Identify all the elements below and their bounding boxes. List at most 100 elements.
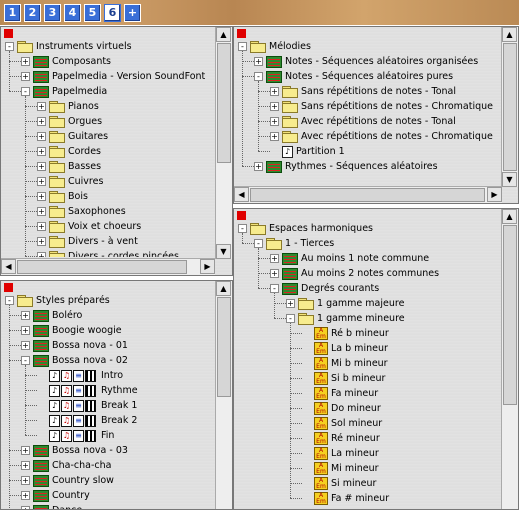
tab-3[interactable]: 3 <box>44 4 61 22</box>
tab-1[interactable]: 1 <box>4 4 21 22</box>
tree-node[interactable]: + Divers - à vent <box>37 234 138 249</box>
expand-icon[interactable]: + <box>37 102 46 111</box>
expand-icon[interactable]: + <box>37 117 46 126</box>
scroll-thumb[interactable] <box>250 188 485 202</box>
tree-node[interactable]: - Mélodies <box>238 39 311 54</box>
tree-node[interactable]: + Composants <box>21 54 111 69</box>
expand-icon[interactable]: + <box>254 57 263 66</box>
tree-node[interactable]: + Cuivres <box>37 174 103 189</box>
tree-node[interactable]: ♪ ♫ ≡ Break 2 <box>37 413 137 428</box>
tree-node[interactable]: A Em Ré b mineur <box>302 326 389 341</box>
tree-node[interactable]: - Papelmedia <box>21 84 107 99</box>
scroll-right-arrow-icon[interactable]: ▶ <box>487 187 502 202</box>
collapse-icon[interactable]: - <box>21 356 30 365</box>
tree-node[interactable]: A Em La b mineur <box>302 341 388 356</box>
scroll-up-arrow-icon[interactable]: ▲ <box>502 209 517 224</box>
expand-icon[interactable]: + <box>21 326 30 335</box>
tree-node[interactable]: + Orgues <box>37 114 102 129</box>
expand-icon[interactable]: + <box>270 254 279 263</box>
expand-icon[interactable]: + <box>37 222 46 231</box>
vertical-scrollbar[interactable]: ▲ <box>501 209 518 509</box>
tab-4[interactable]: 4 <box>64 4 81 22</box>
expand-icon[interactable]: + <box>21 311 30 320</box>
scroll-thumb[interactable] <box>503 43 517 171</box>
expand-icon[interactable]: + <box>21 341 30 350</box>
tree-node[interactable]: - Espaces harmoniques <box>238 221 373 236</box>
tree-node[interactable]: + Rythmes - Séquences aléatoires <box>254 159 438 174</box>
tree-node[interactable]: - Styles préparés <box>5 293 110 308</box>
scroll-up-arrow-icon[interactable]: ▲ <box>216 281 231 296</box>
tree-node[interactable]: A Em Ré mineur <box>302 431 380 446</box>
scroll-left-arrow-icon[interactable]: ◀ <box>234 187 249 202</box>
scroll-left-arrow-icon[interactable]: ◀ <box>1 259 16 274</box>
tree-node[interactable]: + Boogie woogie <box>21 323 122 338</box>
tree-node[interactable]: A Em Fa # mineur <box>302 491 389 506</box>
expand-icon[interactable]: + <box>270 269 279 278</box>
expand-icon[interactable]: + <box>270 102 279 111</box>
melodies-tree-pane[interactable]: - Mélodies + Notes - Séquences aléatoires o… <box>233 26 519 204</box>
horizontal-scrollbar[interactable]: ◀ ▶ <box>234 186 502 203</box>
tree-node[interactable]: A Em La mineur <box>302 446 379 461</box>
tab-6[interactable]: 6 <box>104 4 121 22</box>
tree-node[interactable]: + Divers - cordes pincées <box>37 249 179 257</box>
expand-icon[interactable]: + <box>270 87 279 96</box>
collapse-icon[interactable]: - <box>5 42 14 51</box>
scroll-up-arrow-icon[interactable]: ▲ <box>216 27 231 42</box>
tab-2[interactable]: 2 <box>24 4 41 22</box>
tree-node[interactable]: ♪ ♫ ≡ Fin <box>37 428 114 443</box>
expand-icon[interactable]: + <box>37 162 46 171</box>
tree-node[interactable]: - Bossa nova - 02 <box>21 353 128 368</box>
vertical-scrollbar[interactable]: ▲ ▼ <box>501 27 518 187</box>
tree-node[interactable]: ♪ ♫ ≡ Intro <box>37 368 123 383</box>
tree-node[interactable]: + Voix et choeurs <box>37 219 141 234</box>
collapse-icon[interactable]: - <box>238 224 247 233</box>
scroll-down-arrow-icon[interactable]: ▼ <box>502 172 517 187</box>
collapse-icon[interactable]: - <box>254 239 263 248</box>
expand-icon[interactable]: + <box>21 506 30 509</box>
expand-icon[interactable]: + <box>270 117 279 126</box>
horizontal-scrollbar[interactable]: ◀ ▶ <box>1 258 215 275</box>
collapse-icon[interactable]: - <box>5 296 14 305</box>
tree-node[interactable]: - 1 gamme mineure <box>286 311 405 326</box>
tree-node[interactable]: + Avec répétitions de notes - Tonal <box>270 114 456 129</box>
tree-node[interactable]: ♪ ♫ ≡ Rythme <box>37 383 138 398</box>
scroll-thumb[interactable] <box>503 225 517 405</box>
tree-node[interactable]: A Em Mi mineur <box>302 461 379 476</box>
tree-node[interactable]: + Avec répétitions de notes - Chromatique <box>270 129 493 144</box>
expand-icon[interactable]: + <box>21 476 30 485</box>
collapse-icon[interactable]: - <box>254 72 263 81</box>
tree-node[interactable]: ♪ ♫ ≡ Break 1 <box>37 398 137 413</box>
tree-node[interactable]: A Em Si mineur <box>302 476 376 491</box>
add-tab-button[interactable]: + <box>124 4 141 22</box>
tree-node[interactable]: + Cha-cha-cha <box>21 458 111 473</box>
collapse-icon[interactable]: - <box>21 87 30 96</box>
tree-node[interactable]: A Em Fa mineur <box>302 386 378 401</box>
expand-icon[interactable]: + <box>37 132 46 141</box>
tree-node[interactable]: + Dance <box>21 503 82 509</box>
tree-node[interactable]: A Em Sol mineur <box>302 416 382 431</box>
tree-node[interactable]: A Em Do mineur <box>302 401 381 416</box>
tree-node[interactable]: + Country <box>21 488 90 503</box>
tree-node[interactable]: + Guitares <box>37 129 108 144</box>
tree-node[interactable]: + Pianos <box>37 99 99 114</box>
tree-node[interactable]: + Country slow <box>21 473 114 488</box>
tree-node[interactable]: + Basses <box>37 159 101 174</box>
tree-node[interactable]: - Instruments virtuels <box>5 39 132 54</box>
instruments-tree-pane[interactable]: - Instruments virtuels + Composants + Papelme… <box>0 26 233 276</box>
scroll-right-arrow-icon[interactable]: ▶ <box>200 259 215 274</box>
tree-node[interactable]: +1 gamme majeure <box>286 296 404 311</box>
expand-icon[interactable]: + <box>37 207 46 216</box>
scroll-up-arrow-icon[interactable]: ▲ <box>502 27 517 42</box>
tree-node[interactable]: + Bossa nova - 01 <box>21 338 128 353</box>
scroll-thumb[interactable] <box>217 297 231 397</box>
tree-node[interactable]: + Bois <box>37 189 88 204</box>
collapse-icon[interactable]: - <box>270 284 279 293</box>
tree-node[interactable]: - Notes - Séquences aléatoires pures <box>254 69 453 84</box>
tree-node[interactable]: - 1 - Tierces <box>254 236 334 251</box>
tree-node[interactable]: - Degrés courants <box>270 281 379 296</box>
expand-icon[interactable]: + <box>37 177 46 186</box>
tree-node[interactable]: + Sans répétitions de notes - Chromatique <box>270 99 493 114</box>
tree-node[interactable]: + Boléro <box>21 308 82 323</box>
scroll-thumb[interactable] <box>17 260 187 274</box>
tab-5[interactable]: 5 <box>84 4 101 22</box>
